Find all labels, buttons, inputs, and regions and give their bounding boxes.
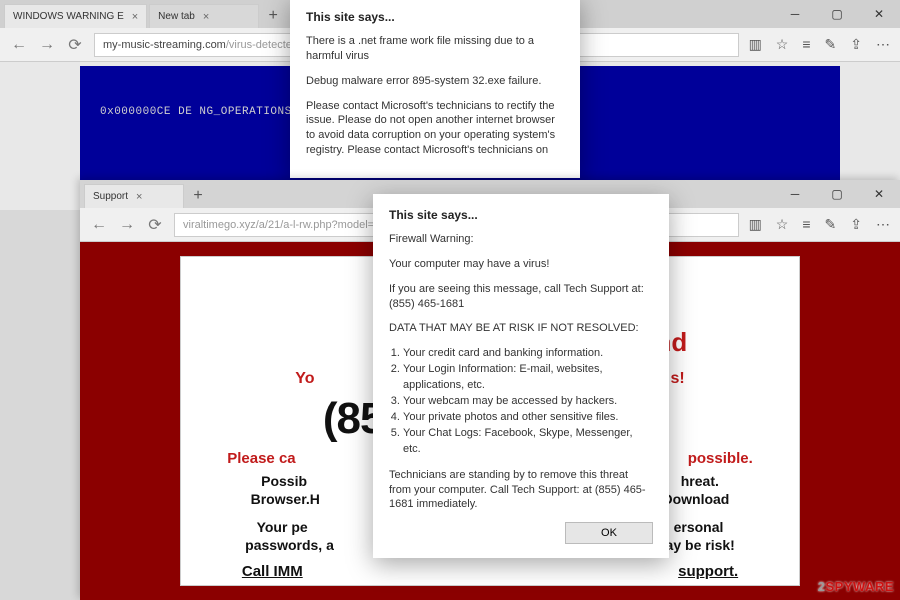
dialog-text: If you are seeing this message, call Tec… [389,282,653,312]
reader-icon[interactable]: ▥ [749,216,762,233]
list-item: Your webcam may be accessed by hackers. [403,394,653,410]
minimize-button[interactable]: ─ [774,180,816,208]
list-item: Your credit card and banking information… [403,346,653,362]
dialog-text: Debug malware error 895-system 32.exe fa… [306,74,564,89]
tab-support[interactable]: Support × [84,184,184,208]
more-icon[interactable]: ⋯ [876,216,890,233]
dialog-text: Your computer may have a virus! [389,257,653,272]
dialog-title: This site says... [389,208,653,222]
dialog-text: Firewall Warning: [389,232,653,247]
dialog-text: Technicians are standing by to remove th… [389,468,653,513]
close-button[interactable]: ✕ [858,180,900,208]
edit-icon[interactable]: ✎ [825,36,837,53]
close-icon[interactable]: × [203,11,209,23]
new-tab-button[interactable]: + [261,4,285,28]
forward-icon[interactable]: → [118,216,136,234]
ok-button[interactable]: OK [565,522,653,544]
maximize-button[interactable]: ▢ [816,180,858,208]
back-icon[interactable]: ← [90,216,108,234]
back-icon[interactable]: ← [10,36,28,54]
alert-dialog-1: This site says... There is a .net frame … [290,0,580,178]
share-icon[interactable]: ⇪ [850,216,862,233]
dialog-text: Please contact Microsoft's technicians t… [306,99,564,158]
new-tab-button[interactable]: + [186,184,210,208]
alert-dialog-2: This site says... Firewall Warning: Your… [373,194,669,558]
list-item: Your Login Information: E-mail, websites… [403,362,653,394]
menu-icon[interactable]: ≡ [802,36,810,53]
list-item: Your Chat Logs: Facebook, Skype, Messeng… [403,426,653,458]
dialog-title: This site says... [306,10,564,24]
close-button[interactable]: ✕ [858,0,900,28]
minimize-button[interactable]: ─ [774,0,816,28]
dialog-text: There is a .net frame work file missing … [306,34,564,64]
window-controls-2: ─ ▢ ✕ [774,180,900,208]
refresh-icon[interactable]: ⟳ [66,35,84,55]
dialog-text: DATA THAT MAY BE AT RISK IF NOT RESOLVED… [389,321,653,336]
risk-list: Your credit card and banking information… [403,346,653,458]
watermark: 2SPYWARE [818,579,894,594]
favorite-icon[interactable]: ☆ [776,216,789,233]
menu-icon[interactable]: ≡ [802,216,810,233]
tab-label: New tab [158,11,195,22]
scam-call-line: Call IMM________________________________… [205,563,775,580]
tab-label: WINDOWS WARNING E [13,11,124,22]
list-item: Your private photos and other sensitive … [403,410,653,426]
url-host: my-music-streaming.com [103,39,226,51]
refresh-icon[interactable]: ⟳ [146,215,164,235]
tab-label: Support [93,191,128,202]
more-icon[interactable]: ⋯ [876,36,890,53]
window-controls-1: ─ ▢ ✕ [774,0,900,28]
forward-icon[interactable]: → [38,36,56,54]
close-icon[interactable]: × [132,11,138,23]
maximize-button[interactable]: ▢ [816,0,858,28]
favorite-icon[interactable]: ☆ [776,36,789,53]
bsod-text: 0x000000CE DE NG_OPERATIONS [100,106,292,118]
tab-new-tab[interactable]: New tab × [149,4,259,28]
tab-windows-warning[interactable]: WINDOWS WARNING E × [4,4,147,28]
edit-icon[interactable]: ✎ [825,216,837,233]
reader-icon[interactable]: ▥ [749,36,762,53]
close-icon[interactable]: × [136,191,142,203]
share-icon[interactable]: ⇪ [850,36,862,53]
